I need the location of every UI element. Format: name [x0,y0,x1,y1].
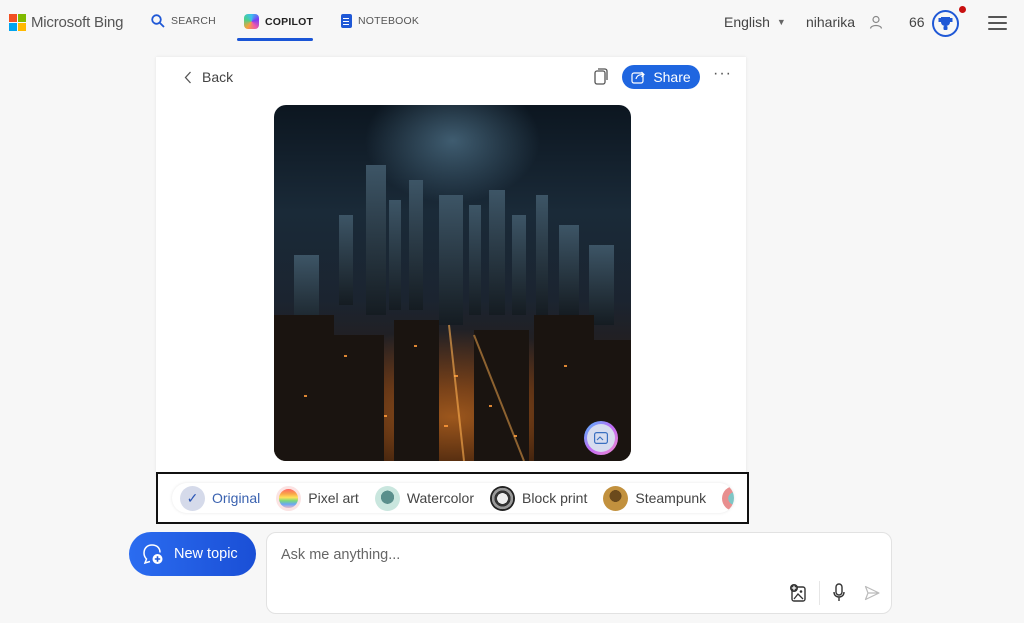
notification-dot [959,6,966,13]
language-selector[interactable]: English ▼ [724,14,786,30]
rewards-points[interactable]: 66 [909,14,925,30]
add-image-icon[interactable] [790,584,807,602]
more-options-button[interactable]: ··· [713,65,732,83]
style-label: Watercolor [406,490,474,506]
caret-down-icon: ▼ [776,17,786,27]
tab-copilot-label: COPILOT [265,15,314,28]
tab-search-label: SEARCH [171,15,216,27]
style-option-steampunk[interactable]: Steampunk [603,485,707,511]
bing-logo-link[interactable]: Microsoft Bing [9,14,123,31]
microsoft-logo-icon [9,14,26,31]
style-option-block-print[interactable]: Block print [490,485,588,511]
share-label: Share [653,69,691,85]
new-topic-button[interactable]: New topic [129,532,256,576]
composer-divider [819,581,820,605]
style-selector-highlight: ✓ Original Pixel art Watercolor Block pr… [156,472,749,524]
rewards-trophy-button[interactable] [932,10,959,37]
watercolor-thumbnail-icon [374,485,400,511]
hamburger-line [988,16,1007,18]
rewards-count: 66 [909,14,925,30]
style-label: Original [212,490,261,506]
send-icon[interactable] [864,585,880,601]
style-option-claymation[interactable]: Cla [722,485,734,511]
notebook-icon [341,14,352,28]
style-label: Block print [522,490,588,506]
new-chat-icon [143,544,163,565]
style-selector: ✓ Original Pixel art Watercolor Block pr… [172,483,734,513]
pixel-art-thumbnail-icon [276,485,302,511]
chat-composer [266,532,892,614]
style-option-watercolor[interactable]: Watercolor [374,485,474,511]
block-print-thumbnail-icon [490,485,515,511]
claymation-thumbnail-icon [722,485,734,511]
share-icon [631,71,646,84]
ask-input[interactable] [281,545,871,565]
image-edit-icon [594,432,608,444]
edit-image-button[interactable] [584,421,618,455]
new-topic-label: New topic [174,546,238,562]
generated-image[interactable] [274,105,631,461]
tab-search[interactable]: SEARCH [151,14,216,28]
checkmark-icon: ✓ [180,485,205,511]
edit-image-badge-inner [587,424,615,452]
style-option-pixel-art[interactable]: Pixel art [276,485,359,511]
trophy-icon [938,17,953,30]
hamburger-line [988,28,1007,30]
user-icon [869,15,883,29]
active-tab-indicator [237,38,313,41]
city-skyline-illustration [274,165,631,461]
username: niharika [806,14,856,30]
style-option-original[interactable]: ✓ Original [180,485,261,511]
chevron-left-icon [184,71,191,83]
copy-icon[interactable] [594,68,608,85]
back-button[interactable]: Back [184,69,233,85]
tab-notebook[interactable]: NOTEBOOK [341,14,419,28]
hamburger-line [988,22,1007,24]
microphone-icon[interactable] [833,583,845,602]
top-navigation-bar: Microsoft Bing SEARCH COPILOT NOTEBOOK E… [0,0,1024,48]
style-label: Steampunk [635,490,707,506]
back-label: Back [202,69,234,85]
menu-button[interactable] [988,16,1007,30]
steampunk-thumbnail-icon [603,485,629,511]
account-menu[interactable]: niharika [806,14,883,30]
brand-name: Microsoft Bing [31,14,124,31]
share-button[interactable]: Share [622,65,700,89]
tab-notebook-label: NOTEBOOK [358,15,420,27]
style-label: Pixel art [308,490,359,506]
tab-copilot[interactable]: COPILOT [244,14,313,29]
search-icon [151,14,165,28]
language-label: English [724,14,770,30]
copilot-icon [244,14,259,29]
image-viewer-card: Back Share ··· [156,57,746,477]
